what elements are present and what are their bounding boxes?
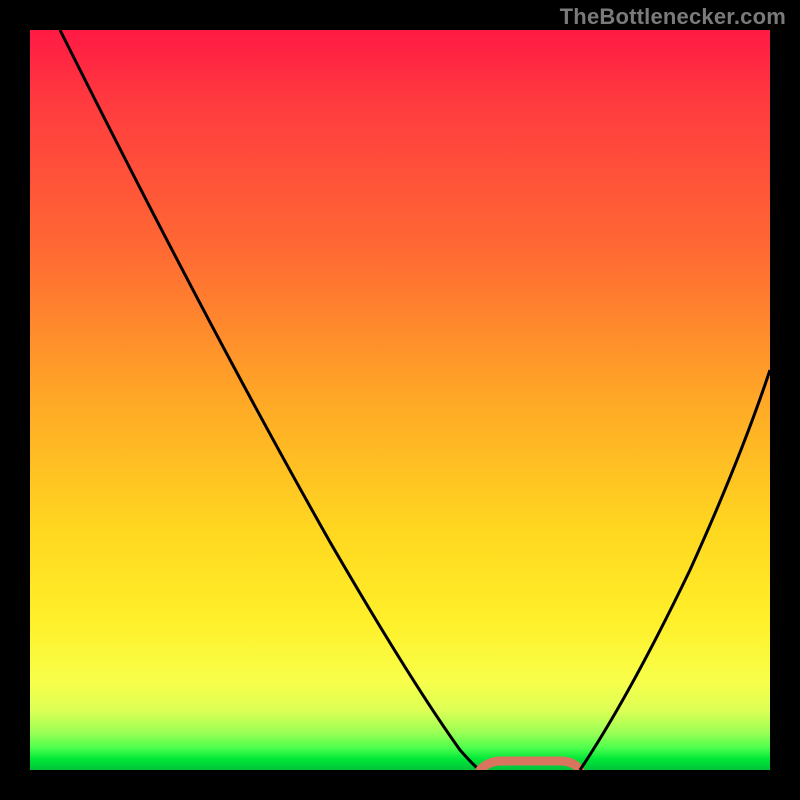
curve-layer [30,30,770,770]
attribution-label: TheBottlenecker.com [560,4,786,30]
left-curve [60,30,480,770]
right-curve [580,370,770,770]
valley-highlight [480,761,580,770]
plot-area [30,30,770,770]
chart-frame: TheBottlenecker.com [0,0,800,800]
